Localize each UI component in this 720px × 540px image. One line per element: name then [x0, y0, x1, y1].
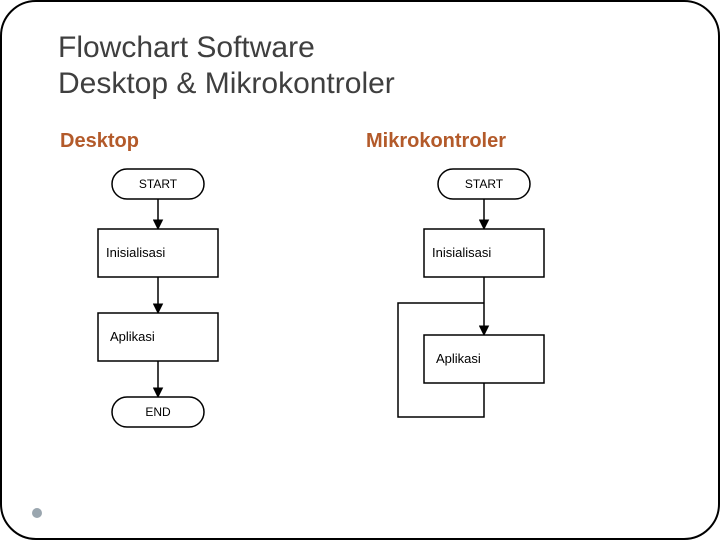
- label-start: START: [465, 177, 504, 191]
- slide-frame: Flowchart Software Desktop & Mikrokontro…: [0, 0, 720, 540]
- heading-desktop: Desktop: [60, 130, 364, 153]
- label-app: Aplikasi: [110, 329, 155, 344]
- title-line-2: Desktop & Mikrokontroler: [58, 67, 395, 100]
- label-start: START: [139, 177, 178, 191]
- slide-title: Flowchart Software Desktop & Mikrokontro…: [58, 30, 670, 102]
- heading-mikro: Mikrokontroler: [366, 130, 670, 153]
- node-app: Aplikasi: [98, 313, 218, 361]
- column-desktop: Desktop START Inisialisasi: [58, 130, 364, 493]
- flowchart-mikro: START Inisialisasi Aplikasi: [364, 163, 624, 493]
- node-start: START: [112, 169, 204, 199]
- node-app: Aplikasi: [424, 335, 544, 383]
- label-end: END: [145, 405, 171, 419]
- column-mikro: Mikrokontroler START Inisialisasi: [364, 130, 670, 493]
- node-init: Inisialisasi: [98, 229, 218, 277]
- columns: Desktop START Inisialisasi: [58, 130, 670, 493]
- label-app: Aplikasi: [436, 351, 481, 366]
- flowchart-desktop: START Inisialisasi Aplikasi: [58, 163, 288, 493]
- node-start: START: [438, 169, 530, 199]
- node-end: END: [112, 397, 204, 427]
- decorative-dot-icon: [32, 508, 42, 518]
- label-init: Inisialisasi: [106, 245, 165, 260]
- label-init: Inisialisasi: [432, 245, 491, 260]
- title-line-1: Flowchart Software: [58, 31, 315, 64]
- node-init: Inisialisasi: [424, 229, 544, 277]
